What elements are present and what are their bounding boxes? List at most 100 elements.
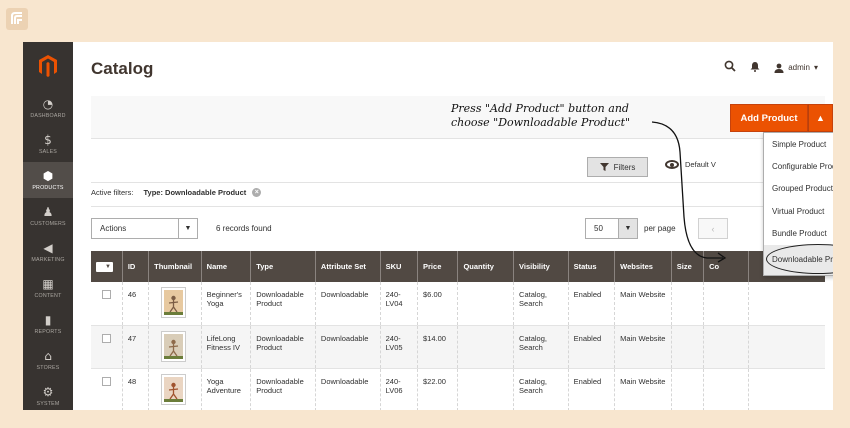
view-switcher[interactable]: Default V [665,160,716,169]
column-header-size[interactable]: Size [670,251,704,282]
filters-button[interactable]: Filters [587,157,648,177]
column-header-websites[interactable]: Websites [614,251,672,282]
chevron-down-icon: ▼ [178,219,197,238]
sidebar-item-label: REPORTS [34,328,62,335]
grid-header-row: ▼ ID Thumbnail Name Type Attribute Set S… [91,251,825,282]
cell-thumbnail [148,325,202,368]
page-actions-bar: Press "Add Product" button and choose "D… [91,96,833,139]
cell-attribute-set: Downloadable [314,368,381,410]
sidebar-item-stores[interactable]: ⌂ STORES [23,342,73,378]
table-row[interactable]: 47 LifeLong Fitness IV Downloadable Produc… [91,325,825,368]
sidebar-item-label: PRODUCTS [32,184,64,191]
row-checkbox[interactable] [102,333,111,343]
add-product-toggle[interactable]: ▲ [808,104,833,132]
cell-name: Beginner's Yoga [200,282,251,325]
cell-status: Enabled [567,368,615,410]
store-icon: ⌂ [44,348,52,363]
product-thumbnail[interactable] [161,287,187,318]
row-select-cell [91,325,123,368]
annotation-line-2: choose "Downloadable Product" [451,116,631,129]
column-header-co[interactable]: Co [703,251,749,282]
table-row[interactable]: 48 Yoga Adventure Downloadable Product Down… [91,368,825,410]
cell-name: LifeLong Fitness IV [200,325,251,368]
column-header-visibility[interactable]: Visibility [513,251,569,282]
sidebar-item-marketing[interactable]: ◀ MARKETING [23,234,73,270]
cell-type: Downloadable Product [250,325,316,368]
mass-actions-select[interactable]: Actions ▼ [91,218,198,239]
sidebar-item-content[interactable]: ▦ CONTENT [23,270,73,306]
add-product-button[interactable]: Add Product [730,104,808,132]
search-icon[interactable] [724,60,736,75]
previous-page-button[interactable]: ‹ [698,218,728,239]
sidebar-item-label: CONTENT [34,292,62,299]
column-header-name[interactable]: Name [200,251,251,282]
column-header-price[interactable]: Price [417,251,458,282]
sidebar-item-reports[interactable]: ▮ REPORTS [23,306,73,342]
user-menu[interactable]: admin ▾ [774,63,818,73]
product-grid: ▼ ID Thumbnail Name Type Attribute Set S… [91,251,825,410]
cell-co [703,325,749,368]
per-page-select[interactable]: 50 ▼ [585,218,638,239]
menu-item-virtual-product[interactable]: Virtual Product [764,200,833,222]
eye-icon [665,160,679,169]
gear-icon: ⚙ [42,384,54,399]
sidebar-item-label: SALES [38,148,58,155]
cell-type: Downloadable Product [250,282,316,325]
cell-size [670,282,704,325]
row-checkbox[interactable] [102,290,111,299]
menu-item-configurable-product[interactable]: Configurable Product [764,155,833,177]
cell-thumbnail [148,368,202,410]
add-product-menu: Simple Product Configurable Product Grou… [763,132,833,276]
cell-price: $22.00 [417,368,458,410]
column-header-type[interactable]: Type [250,251,316,282]
active-filters-label: Active filters: [91,188,134,197]
filter-chip-label: Type: Downloadable Product [143,188,247,197]
mass-select-checkbox[interactable]: ▼ [96,262,113,272]
cell-type: Downloadable Product [250,368,316,410]
view-label: Default V [685,160,716,169]
cube-icon: ⬢ [42,168,54,183]
cell-quantity [457,368,514,410]
cell-sku: 240-LV04 [379,282,418,325]
sidebar-item-dashboard[interactable]: ◔ DASHBOARD [23,90,73,126]
cell-id: 46 [121,282,149,325]
layout-icon: ▦ [42,276,54,291]
menu-item-simple-product[interactable]: Simple Product [764,133,833,155]
sidebar-item-system[interactable]: ⚙ SYSTEM [23,378,73,410]
column-header-attribute-set[interactable]: Attribute Set [314,251,381,282]
product-thumbnail[interactable] [161,330,187,362]
funnel-icon [599,163,609,171]
cell-visibility: Catalog, Search [513,325,569,368]
active-filters: Active filters: Type: Downloadable Produ… [91,188,262,197]
column-header-status[interactable]: Status [567,251,615,282]
sidebar-item-sales[interactable]: $ SALES [23,126,73,162]
bell-icon[interactable] [750,61,760,75]
sidebar-item-customers[interactable]: ♟ CUSTOMERS [23,198,73,234]
magento-logo[interactable] [23,42,73,90]
filter-chip: Type: Downloadable Product × [144,188,262,197]
column-header-sku[interactable]: SKU [379,251,418,282]
product-thumbnail[interactable] [161,373,187,405]
table-row[interactable]: 46 Beginner's Yoga Downloadable Product Dow… [91,282,825,325]
cell-attribute-set: Downloadable [314,325,381,368]
tutorial-annotation: Press "Add Product" button and choose "D… [451,102,630,130]
row-checkbox[interactable] [102,376,111,386]
menu-item-grouped-product[interactable]: Grouped Product [764,178,833,200]
cell-co [703,282,749,325]
annotation-line-1: Press "Add Product" button and [451,102,629,115]
cell-name: Yoga Adventure [200,368,251,410]
mass-select-header[interactable]: ▼ [91,251,123,282]
cell-sku: 240-LV06 [379,368,418,410]
cell-quantity [457,282,514,325]
column-header-quantity[interactable]: Quantity [457,251,514,282]
cell-action [747,368,825,410]
admin-window: ◔ DASHBOARD $ SALES ⬢ PRODUCTS ♟ CUSTOMERS ◀ MARK… [23,42,833,410]
cell-status: Enabled [567,325,615,368]
column-header-id[interactable]: ID [121,251,149,282]
remove-filter-icon[interactable]: × [252,188,262,197]
sidebar-item-products[interactable]: ⬢ PRODUCTS [23,162,73,198]
add-product-split-button: Add Product ▲ [730,104,833,132]
menu-item-bundle-product[interactable]: Bundle Product [764,223,833,245]
caret-up-icon: ▲ [816,113,825,123]
sidebar-item-label: SYSTEM [36,400,60,407]
